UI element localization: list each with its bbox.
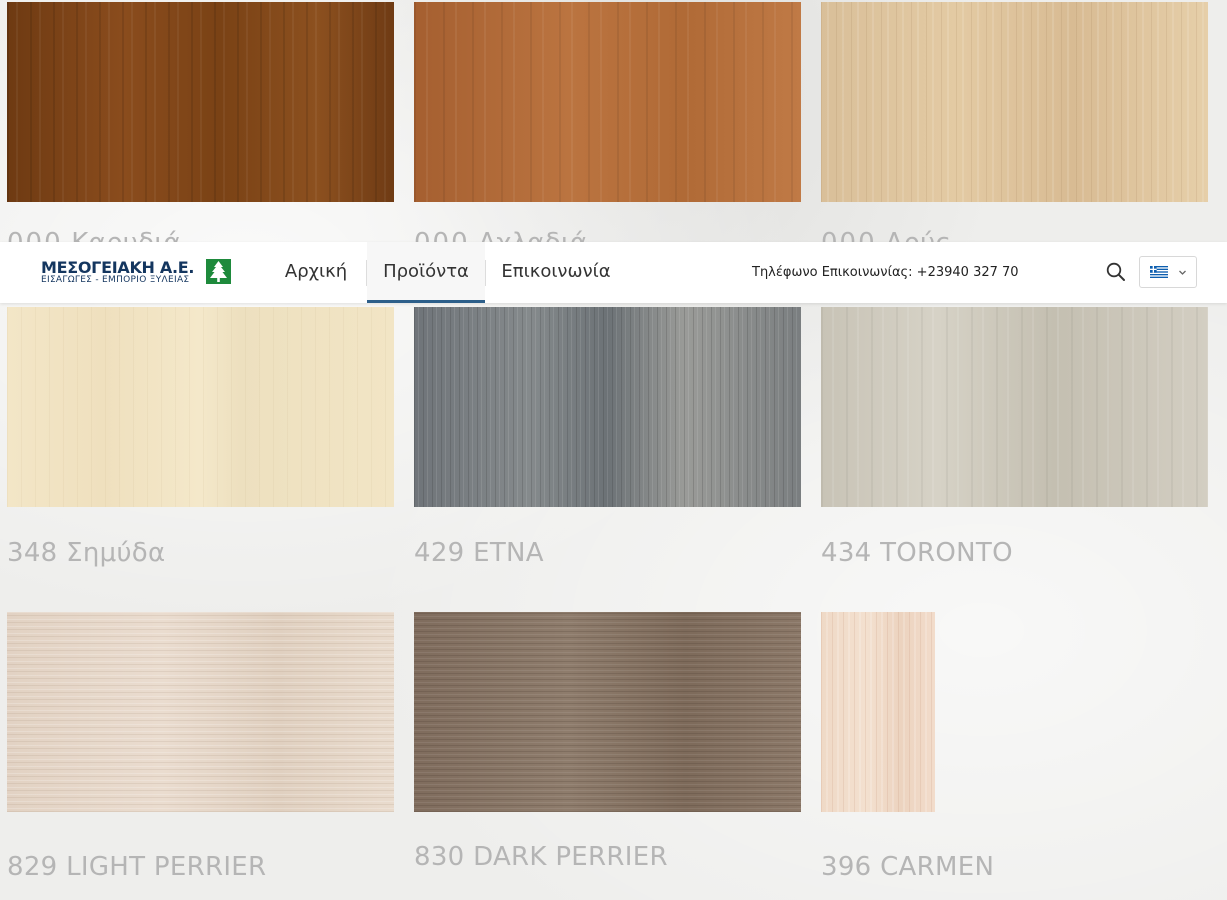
product-swatch xyxy=(414,612,801,812)
product-card[interactable]: 830 DARK PERRIER xyxy=(414,612,801,892)
product-swatch xyxy=(821,612,935,812)
product-card[interactable]: 348 Σημύδα xyxy=(7,307,394,587)
language-selector[interactable] xyxy=(1139,256,1197,288)
contact-phone: Τηλέφωνο Επικοινωνίας: +23940 327 70 xyxy=(752,265,1019,280)
product-title: 396 CARMEN xyxy=(821,852,995,882)
product-swatch xyxy=(7,612,394,812)
site-header: ΜΕΣΟΓΕΙΑΚΗ Α.Ε. ΕΙΣΑΓΩΓΕΣ - ΕΜΠΟΡΙΟ ΞΥΛΕ… xyxy=(0,242,1227,303)
product-title: 830 DARK PERRIER xyxy=(414,842,668,872)
product-swatch xyxy=(414,307,801,507)
nav-home[interactable]: Αρχική xyxy=(267,242,365,303)
nav-products[interactable]: Προϊόντα xyxy=(367,242,485,303)
product-swatch xyxy=(7,307,394,507)
product-grid: 000 Καρυδιά 000 Αχλαδιά 000 Δρύς 348 Σημ… xyxy=(0,0,1227,900)
product-title: 829 LIGHT PERRIER xyxy=(7,852,267,882)
product-card[interactable]: 434 TORONTO xyxy=(821,307,1208,587)
product-card[interactable]: 396 CARMEN xyxy=(821,612,1208,892)
nav-contact[interactable]: Επικοινωνία xyxy=(486,242,626,303)
product-swatch xyxy=(7,2,394,202)
product-card[interactable]: 829 LIGHT PERRIER xyxy=(7,612,394,892)
product-card[interactable]: 429 ETNA xyxy=(414,307,801,587)
logo-name: ΜΕΣΟΓΕΙΑΚΗ Α.Ε. xyxy=(41,258,195,277)
chevron-down-icon xyxy=(1179,270,1186,275)
product-title: 434 TORONTO xyxy=(821,538,1013,568)
site-logo[interactable]: ΜΕΣΟΓΕΙΑΚΗ Α.Ε. ΕΙΣΑΓΩΓΕΣ - ΕΜΠΟΡΙΟ ΞΥΛΕ… xyxy=(41,259,231,287)
product-swatch xyxy=(821,2,1208,202)
product-title: 429 ETNA xyxy=(414,538,544,568)
product-swatch xyxy=(414,2,801,202)
greek-flag-icon xyxy=(1150,266,1168,278)
product-title: 348 Σημύδα xyxy=(7,538,166,568)
logo-tagline: ΕΙΣΑΓΩΓΕΣ - ΕΜΠΟΡΙΟ ΞΥΛΕΙΑΣ xyxy=(41,275,190,285)
pine-tree-icon xyxy=(206,259,231,284)
search-icon[interactable] xyxy=(1105,261,1127,283)
product-swatch xyxy=(821,307,1208,507)
